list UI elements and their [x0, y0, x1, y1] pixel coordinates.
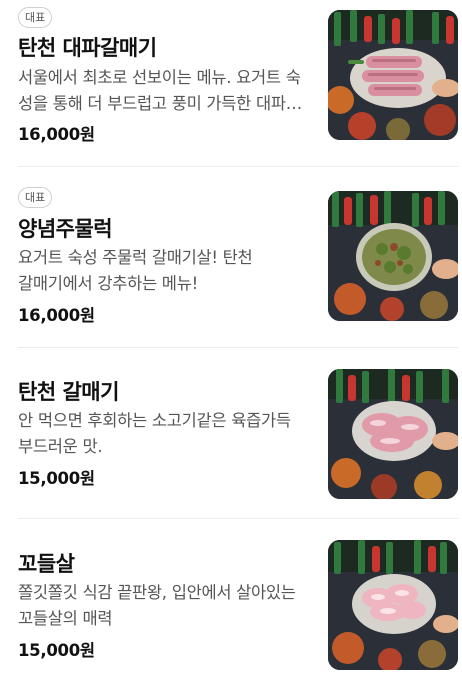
menu-list: 대표 탄천 대파갈매기 서울에서 최초로 선보이는 메뉴. 요거트 숙성을 통해…	[0, 0, 462, 684]
menu-item-description: 안 먹으면 후회하는 소고기같은 육즙가득 부드러운 맛.	[18, 411, 291, 456]
menu-item[interactable]: 대표 양념주물럭 요거트 숙성 주물럭 갈매기살! 탄천 갈매기에서 강추하는 …	[0, 167, 462, 347]
menu-item-price: 15,000원	[18, 469, 95, 488]
menu-item-description: 쫄깃쫄깃 식감 끝판왕, 입안에서 살아있는 꼬들살의 매력	[18, 583, 296, 628]
menu-item-photo	[328, 369, 458, 499]
menu-item-price: 16,000원	[18, 306, 95, 325]
menu-item-description: 요거트 숙성 주물럭 갈매기살! 탄천 갈매기에서 강추하는 메뉴!	[18, 248, 253, 293]
menu-item-description: 서울에서 최초로 선보이는 메뉴. 요거트 숙성을 통해 더 부드럽고 풍미 가…	[18, 68, 301, 113]
menu-item-name: 탄천 갈매기	[18, 380, 119, 404]
menu-item-name: 양념주물럭	[18, 217, 113, 241]
menu-item-price: 15,000원	[18, 641, 95, 660]
menu-item-name: 탄천 대파갈매기	[18, 36, 157, 60]
menu-item-photo	[328, 10, 458, 140]
menu-item-photo	[328, 191, 458, 321]
menu-item-price: 16,000원	[18, 125, 95, 144]
signature-badge: 대표	[18, 187, 53, 208]
menu-item[interactable]: 대표 탄천 대파갈매기 서울에서 최초로 선보이는 메뉴. 요거트 숙성을 통해…	[0, 0, 462, 166]
menu-item[interactable]: 탄천 갈매기 안 먹으면 후회하는 소고기같은 육즙가득 부드러운 맛. 15,…	[0, 348, 462, 518]
menu-item[interactable]: 꼬들살 쫄깃쫄깃 식감 끝판왕, 입안에서 살아있는 꼬들살의 매력 15,00…	[0, 519, 462, 684]
menu-item-name: 꼬들살	[18, 552, 75, 576]
signature-badge: 대표	[18, 7, 53, 28]
menu-item-photo	[328, 540, 458, 670]
